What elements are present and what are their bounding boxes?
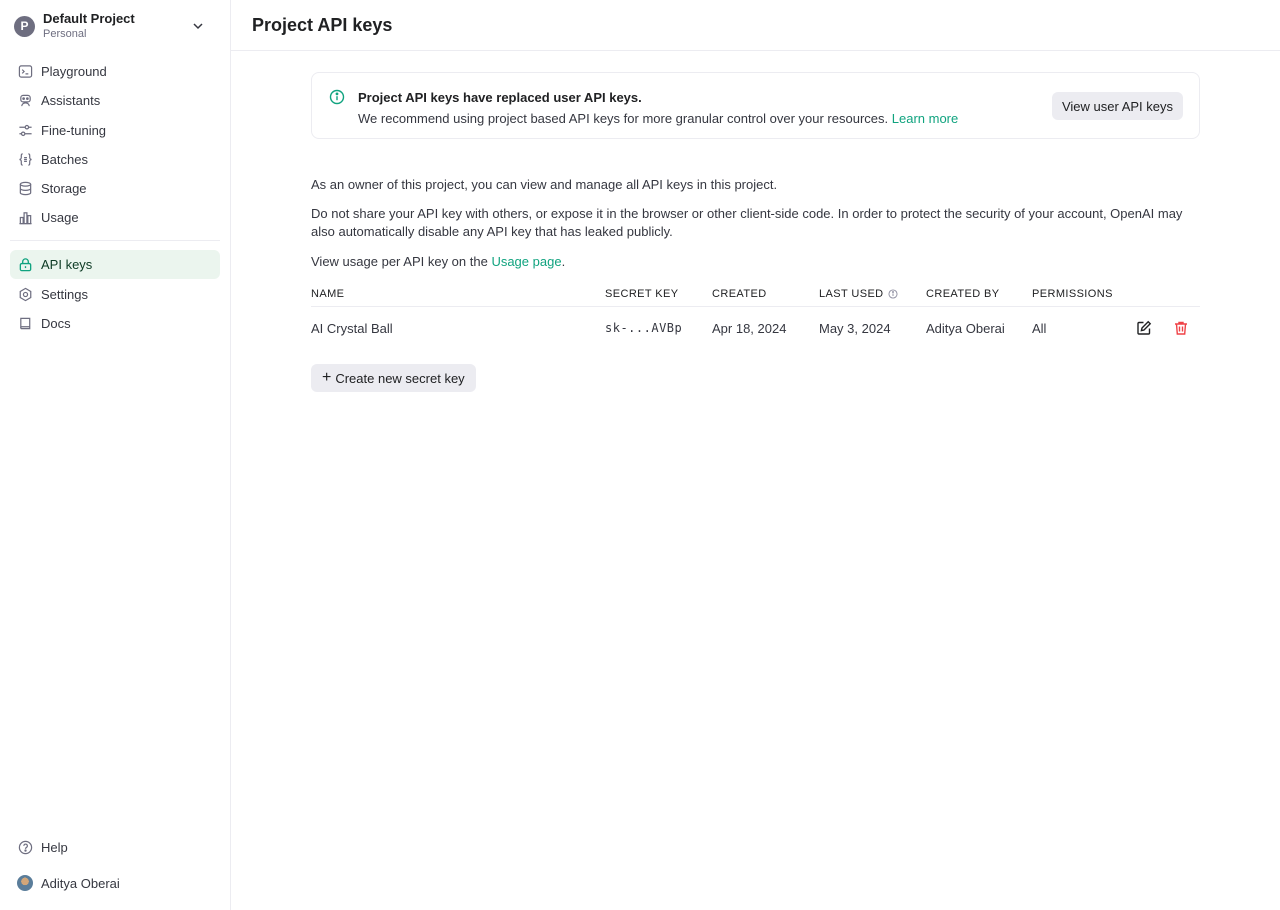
sidebar-item-label: Fine-tuning [41, 122, 107, 138]
key-permissions: All [1032, 321, 1047, 336]
project-type: Personal [43, 28, 87, 40]
sidebar-item-label: Help [41, 839, 68, 855]
sidebar-item-label: Usage [41, 210, 79, 226]
sidebar-item-label: Assistants [41, 93, 101, 109]
sidebar-item-label: API keys [41, 257, 93, 273]
security-warning: Do not share your API key with others, o… [311, 206, 1183, 239]
col-last-used: LAST USED [819, 288, 898, 300]
sidebar: P Default Project Personal Playground As… [0, 0, 231, 910]
sidebar-item-settings[interactable]: Settings [10, 280, 220, 309]
sidebar-item-usage[interactable]: Usage [10, 203, 220, 232]
usage-page-link[interactable]: Usage page [491, 254, 561, 269]
robot-icon [17, 93, 33, 109]
sidebar-bottom-nav: Help Aditya Oberai [10, 833, 220, 905]
learn-more-link[interactable]: Learn more [892, 111, 958, 126]
sidebar-item-help[interactable]: Help [10, 833, 220, 861]
project-name: Default Project [43, 11, 135, 26]
bar-chart-icon [17, 210, 33, 226]
col-created: CREATED [712, 288, 767, 300]
lock-icon [17, 257, 33, 273]
col-permissions: PERMISSIONS [1032, 288, 1113, 300]
edit-icon[interactable] [1136, 320, 1152, 336]
sidebar-item-label: Playground [41, 64, 107, 79]
key-created-by: Aditya Oberai [926, 321, 1005, 336]
main-content: Project API keys have replaced user API … [311, 72, 1200, 392]
banner-body: We recommend using project based API key… [358, 111, 889, 126]
user-name: Aditya Oberai [41, 875, 120, 891]
sidebar-item-fine-tuning[interactable]: Fine-tuning [10, 116, 220, 145]
info-icon [329, 89, 345, 105]
usage-hint-suffix: . [561, 254, 566, 269]
banner-text: We recommend using project based API key… [358, 111, 958, 126]
usage-hint: View usage per API key on the Usage page… [311, 253, 1200, 271]
sidebar-item-label: Docs [41, 316, 71, 332]
sidebar-item-api-keys[interactable]: API keys [10, 250, 220, 280]
info-banner: Project API keys have replaced user API … [311, 72, 1200, 139]
table-header: NAME SECRET KEY CREATED LAST USED CREATE… [311, 284, 1200, 307]
col-name: NAME [311, 288, 345, 300]
sliders-icon [17, 122, 33, 138]
banner-title: Project API keys have replaced user API … [358, 90, 642, 105]
plus-icon: + [322, 369, 332, 386]
page-header: Project API keys [231, 0, 1280, 51]
page-title: Project API keys [252, 15, 393, 35]
col-secret-key: SECRET KEY [605, 288, 679, 300]
sidebar-divider [10, 240, 220, 242]
terminal-icon [17, 64, 33, 80]
api-keys-table: NAME SECRET KEY CREATED LAST USED CREATE… [311, 284, 1200, 351]
table-row: AI Crystal Ball sk-...AVBp Apr 18, 2024 … [311, 307, 1200, 351]
sidebar-item-storage[interactable]: Storage [10, 174, 220, 203]
col-created-by: CREATED BY [926, 288, 1000, 300]
key-secret: sk-...AVBp [605, 321, 683, 335]
owner-description: As an owner of this project, you can vie… [311, 177, 778, 192]
database-icon [17, 181, 33, 197]
create-secret-key-button[interactable]: + Create new secret key [311, 364, 476, 392]
braces-icon [17, 151, 33, 167]
key-created: Apr 18, 2024 [712, 321, 787, 336]
view-user-api-keys-button[interactable]: View user API keys [1051, 92, 1183, 120]
sidebar-item-label: Storage [41, 181, 87, 197]
book-icon [17, 316, 33, 332]
project-text: Default Project Personal [43, 11, 135, 41]
sidebar-nav: Playground Assistants Fine-tuning Batche… [10, 57, 220, 338]
key-last-used: May 3, 2024 [819, 321, 891, 336]
trash-icon[interactable] [1173, 320, 1189, 336]
user-avatar [17, 875, 33, 891]
chevron-down-icon [193, 23, 203, 30]
sidebar-item-label: Settings [41, 286, 88, 302]
sidebar-item-docs[interactable]: Docs [10, 309, 220, 338]
sidebar-item-batches[interactable]: Batches [10, 145, 220, 174]
sidebar-item-assistants[interactable]: Assistants [10, 86, 220, 115]
usage-hint-prefix: View usage per API key on the [311, 254, 492, 269]
create-secret-key-label: Create new secret key [335, 370, 465, 386]
sidebar-item-user[interactable]: Aditya Oberai [10, 869, 220, 897]
info-icon[interactable] [888, 289, 898, 299]
project-avatar: P [14, 15, 35, 37]
col-last-used-label: LAST USED [819, 288, 884, 300]
project-switcher[interactable]: P Default Project Personal [10, 6, 216, 46]
sidebar-item-label: Batches [41, 151, 88, 167]
help-circle-icon [17, 839, 33, 855]
key-name: AI Crystal Ball [311, 321, 393, 336]
gear-icon [17, 286, 33, 302]
sidebar-item-playground[interactable]: Playground [10, 57, 220, 86]
